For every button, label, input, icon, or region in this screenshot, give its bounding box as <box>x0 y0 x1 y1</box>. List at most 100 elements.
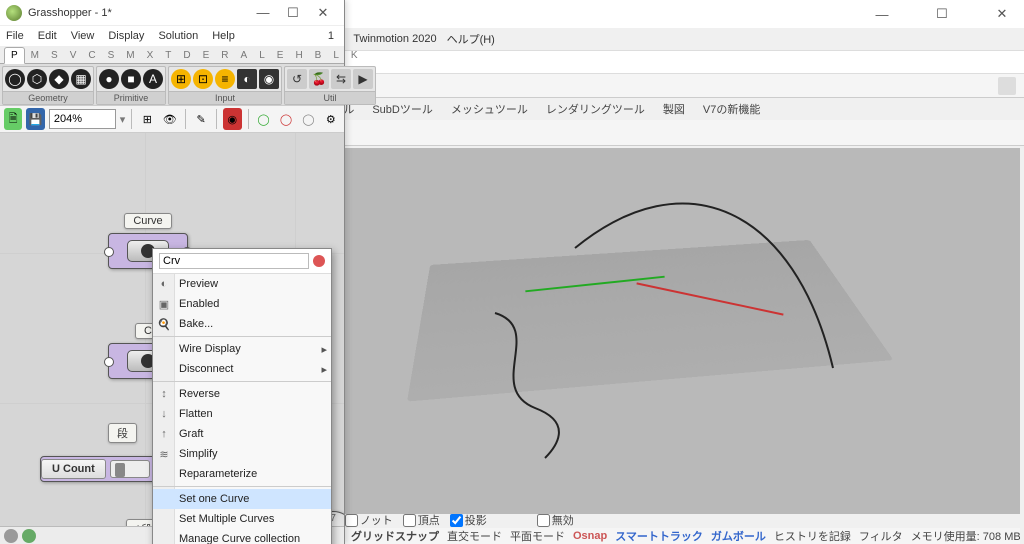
gh-tab[interactable]: D <box>177 48 196 63</box>
preview-red-icon[interactable]: ◯ <box>277 108 295 130</box>
gh-doc-count[interactable]: 1 <box>328 30 338 42</box>
ctx-graft[interactable]: ↑Graft <box>153 424 331 444</box>
gh-tab[interactable]: B <box>309 48 328 63</box>
ctx-reverse[interactable]: ↕Reverse <box>153 384 331 404</box>
gh-tab[interactable]: C <box>82 48 101 63</box>
rhino-tool-tab[interactable]: レンダリングツール <box>546 101 645 117</box>
ctx-disconnect[interactable]: Disconnect▸ <box>153 359 331 379</box>
maximize-icon[interactable]: ☐ <box>278 2 308 24</box>
close-icon[interactable]: ✕ <box>984 2 1020 26</box>
status-grid[interactable]: グリッドスナップ <box>351 528 439 544</box>
status-filter[interactable]: フィルタ <box>859 528 903 544</box>
gh-tab[interactable]: L <box>253 48 271 63</box>
component-icon[interactable]: ◉ <box>259 69 279 89</box>
gh-tab[interactable]: P <box>4 47 25 64</box>
gh-tab[interactable]: R <box>215 48 234 63</box>
save-icon[interactable]: 💾 <box>26 108 44 130</box>
gh-tab[interactable]: E <box>271 48 290 63</box>
gh-tab[interactable]: V <box>64 48 83 63</box>
component-icon[interactable]: A <box>143 69 163 89</box>
slider-track[interactable] <box>110 460 150 478</box>
status-ortho[interactable]: 直交モード <box>447 528 502 544</box>
gh-title-bar[interactable]: Grasshopper - 1* ― ☐ ✕ <box>0 0 344 26</box>
gh-tab[interactable]: H <box>289 48 308 63</box>
rhino-tool-tab[interactable]: メッシュツール <box>451 101 528 117</box>
ctx-bake[interactable]: 🍳Bake... <box>153 314 331 334</box>
ctx-manage-collection[interactable]: Manage Curve collection <box>153 529 331 544</box>
ctx-wire-display[interactable]: Wire Display▸ <box>153 339 331 359</box>
minimize-icon[interactable]: ― <box>864 2 900 26</box>
preview-green-icon[interactable]: ◯ <box>254 108 272 130</box>
ctx-preview[interactable]: ◐Preview <box>153 274 331 294</box>
mru-icon[interactable] <box>4 529 18 543</box>
zoom-extents-icon[interactable]: ⊞ <box>138 108 156 130</box>
component-icon[interactable]: ◯ <box>5 69 25 89</box>
preview-icon[interactable]: 👁 <box>161 108 179 130</box>
osnap-project-checkbox[interactable] <box>450 514 463 527</box>
component-icon[interactable]: ↺ <box>287 69 307 89</box>
osnap-disable-checkbox[interactable] <box>537 514 550 527</box>
gh-tab[interactable]: A <box>235 48 254 63</box>
rhino-osnap-bar[interactable]: ノット 頂点 投影 無効 <box>345 512 1020 528</box>
rhino-tool-tab[interactable]: V7の新機能 <box>703 101 760 117</box>
osnap-knot-checkbox[interactable] <box>345 514 358 527</box>
component-icon[interactable]: ≡ <box>215 69 235 89</box>
status-gumball[interactable]: ガムボール <box>711 528 766 544</box>
rhino-perspective-viewport[interactable] <box>345 148 1020 514</box>
u-count-slider[interactable]: U Count <box>40 456 161 482</box>
gh-menu-solution[interactable]: Solution <box>158 30 198 42</box>
component-icon[interactable]: ▶ <box>353 69 373 89</box>
gh-menu-edit[interactable]: Edit <box>38 30 57 42</box>
gh-tab[interactable]: K <box>345 48 364 63</box>
sketch-icon[interactable]: ✎ <box>192 108 210 130</box>
component-icon[interactable]: ◆ <box>49 69 69 89</box>
gh-tab[interactable]: M <box>120 48 140 63</box>
shade-icon[interactable]: ◉ <box>223 108 241 130</box>
rhino-tool-tab[interactable]: 製図 <box>663 101 685 117</box>
rhino-menu-item[interactable]: Twinmotion 2020 <box>353 33 436 45</box>
ctx-flatten[interactable]: ↓Flatten <box>153 404 331 424</box>
dropdown-icon[interactable] <box>998 77 1016 95</box>
settings-icon[interactable]: ⚙ <box>322 108 340 130</box>
minimize-icon[interactable]: ― <box>248 2 278 24</box>
gh-menu-bar[interactable]: File Edit View Display Solution Help 1 <box>0 26 344 46</box>
gh-menu-display[interactable]: Display <box>108 30 144 42</box>
new-file-icon[interactable]: 🗎 <box>4 108 22 130</box>
status-history[interactable]: ヒストリを記録 <box>774 528 851 544</box>
gh-tab[interactable]: E <box>197 48 216 63</box>
ctx-simplify[interactable]: ≋Simplify <box>153 444 331 464</box>
gh-tab[interactable]: T <box>159 48 177 63</box>
component-icon[interactable]: ◐ <box>237 69 257 89</box>
runtime-warning-icon[interactable] <box>313 255 325 267</box>
ctx-reparameterize[interactable]: Reparameterize <box>153 464 331 484</box>
context-menu-name-input[interactable] <box>159 253 309 269</box>
ctx-set-multiple-curves[interactable]: Set Multiple Curves <box>153 509 331 529</box>
component-icon[interactable]: ⊡ <box>193 69 213 89</box>
component-icon[interactable]: ⊞ <box>171 69 191 89</box>
component-icon[interactable]: ■ <box>121 69 141 89</box>
param-label[interactable]: 段 <box>108 423 137 443</box>
ctx-set-one-curve[interactable]: Set one Curve <box>153 489 331 509</box>
gh-tab[interactable]: S <box>45 48 64 63</box>
mru-icon[interactable] <box>22 529 36 543</box>
rhino-tool-tab[interactable]: SubDツール <box>372 101 433 117</box>
ctx-enabled[interactable]: ▣Enabled <box>153 294 331 314</box>
osnap-vertex-checkbox[interactable] <box>403 514 416 527</box>
gh-menu-file[interactable]: File <box>6 30 24 42</box>
gh-tab[interactable]: L <box>327 48 345 63</box>
gh-tab[interactable]: X <box>141 48 160 63</box>
preview-off-icon[interactable]: ◯ <box>299 108 317 130</box>
gh-tab[interactable]: S <box>102 48 121 63</box>
status-osnap[interactable]: Osnap <box>573 530 607 542</box>
component-icon[interactable]: ▦ <box>71 69 91 89</box>
gh-component-tabs[interactable]: P M S V C S M X T D E R A L E H B L K <box>0 46 344 64</box>
component-icon[interactable]: 🍒 <box>309 69 329 89</box>
status-planar[interactable]: 平面モード <box>510 528 565 544</box>
gh-menu-view[interactable]: View <box>71 30 95 42</box>
gh-menu-help[interactable]: Help <box>212 30 235 42</box>
rhino-menu-item[interactable]: ヘルプ(H) <box>447 31 495 47</box>
gh-tab[interactable]: M <box>25 48 45 63</box>
component-icon[interactable]: ● <box>99 69 119 89</box>
component-icon[interactable]: ⬡ <box>27 69 47 89</box>
close-icon[interactable]: ✕ <box>308 2 338 24</box>
